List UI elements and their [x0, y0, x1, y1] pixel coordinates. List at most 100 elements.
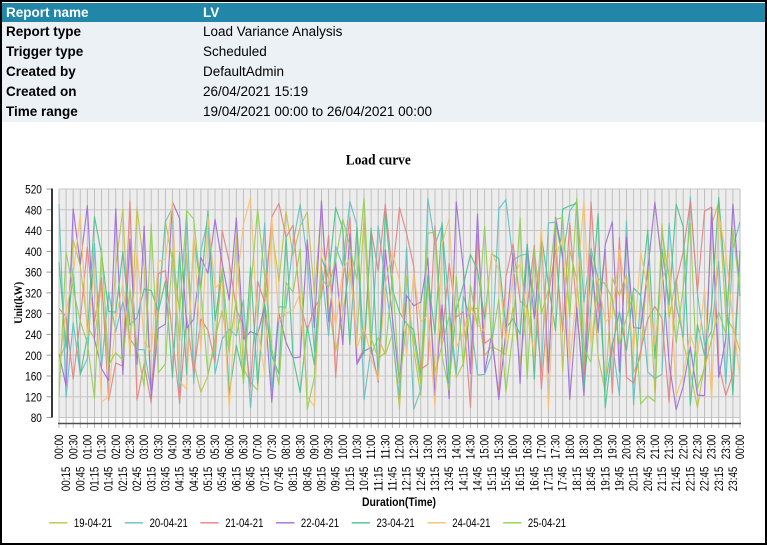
svg-text:22:15: 22:15 [683, 466, 697, 491]
svg-text:400: 400 [25, 245, 42, 259]
svg-text:14:45: 14:45 [471, 466, 485, 491]
svg-text:08:30: 08:30 [293, 434, 307, 459]
svg-text:17:00: 17:00 [534, 434, 548, 459]
svg-text:240: 240 [25, 328, 42, 342]
svg-text:09:45: 09:45 [329, 466, 343, 491]
svg-text:15:15: 15:15 [485, 466, 499, 491]
svg-text:05:15: 05:15 [201, 466, 215, 491]
svg-text:02:15: 02:15 [116, 466, 130, 491]
svg-text:280: 280 [25, 307, 42, 321]
svg-text:15:45: 15:45 [499, 466, 513, 491]
svg-text:20:30: 20:30 [634, 434, 648, 459]
svg-text:12:15: 12:15 [400, 466, 414, 491]
svg-text:08:45: 08:45 [300, 466, 314, 491]
svg-text:19-04-21: 19-04-21 [74, 516, 112, 530]
svg-text:20:15: 20:15 [627, 466, 641, 491]
svg-text:440: 440 [25, 224, 42, 238]
svg-text:15:00: 15:00 [478, 434, 492, 459]
svg-text:80: 80 [31, 411, 42, 425]
svg-text:02:45: 02:45 [130, 466, 144, 491]
svg-text:07:45: 07:45 [272, 466, 286, 491]
svg-text:15:30: 15:30 [492, 434, 506, 459]
svg-text:12:30: 12:30 [407, 434, 421, 459]
svg-text:21:15: 21:15 [655, 466, 669, 491]
svg-text:320: 320 [25, 286, 42, 300]
svg-text:11:45: 11:45 [386, 466, 400, 491]
svg-text:23:15: 23:15 [712, 466, 726, 491]
svg-text:03:15: 03:15 [144, 466, 158, 491]
svg-text:02:00: 02:00 [109, 434, 123, 459]
svg-text:10:15: 10:15 [343, 466, 357, 491]
svg-text:07:30: 07:30 [265, 434, 279, 459]
svg-text:04:15: 04:15 [173, 466, 187, 491]
svg-text:01:45: 01:45 [102, 466, 116, 491]
svg-text:00:30: 00:30 [66, 434, 80, 459]
svg-text:09:30: 09:30 [322, 434, 336, 459]
svg-text:19:30: 19:30 [605, 434, 619, 459]
svg-text:01:00: 01:00 [80, 434, 94, 459]
svg-text:04:45: 04:45 [187, 466, 201, 491]
svg-text:10:45: 10:45 [357, 466, 371, 491]
svg-text:21:30: 21:30 [662, 434, 676, 459]
svg-text:16:15: 16:15 [513, 466, 527, 491]
svg-text:23:45: 23:45 [726, 466, 740, 491]
svg-text:07:00: 07:00 [251, 434, 265, 459]
svg-text:10:00: 10:00 [336, 434, 350, 459]
svg-text:03:00: 03:00 [137, 434, 151, 459]
svg-text:19:45: 19:45 [613, 466, 627, 491]
svg-text:02:30: 02:30 [123, 434, 137, 459]
svg-text:09:00: 09:00 [307, 434, 321, 459]
svg-text:18:30: 18:30 [577, 434, 591, 459]
svg-text:520: 520 [25, 183, 42, 197]
svg-text:20-04-21: 20-04-21 [150, 516, 188, 530]
svg-text:13:45: 13:45 [442, 466, 456, 491]
svg-text:21:45: 21:45 [669, 466, 683, 491]
svg-text:07:15: 07:15 [258, 466, 272, 491]
svg-text:23:30: 23:30 [719, 434, 733, 459]
svg-text:21:00: 21:00 [648, 434, 662, 459]
svg-text:Load curve: Load curve [346, 152, 411, 168]
svg-text:00:00: 00:00 [733, 434, 747, 459]
svg-text:04:00: 04:00 [166, 434, 180, 459]
svg-text:18:15: 18:15 [570, 466, 584, 491]
svg-text:03:45: 03:45 [159, 466, 173, 491]
svg-text:20:45: 20:45 [641, 466, 655, 491]
svg-text:08:00: 08:00 [279, 434, 293, 459]
svg-text:00:15: 00:15 [59, 466, 73, 491]
svg-text:24-04-21: 24-04-21 [452, 516, 490, 530]
svg-text:14:30: 14:30 [464, 434, 478, 459]
svg-text:06:30: 06:30 [237, 434, 251, 459]
svg-text:22:00: 22:00 [676, 434, 690, 459]
svg-text:480: 480 [25, 203, 42, 217]
svg-text:22-04-21: 22-04-21 [301, 516, 339, 530]
svg-text:11:30: 11:30 [378, 434, 392, 459]
svg-text:22:45: 22:45 [698, 466, 712, 491]
svg-text:13:30: 13:30 [435, 434, 449, 459]
svg-text:16:30: 16:30 [520, 434, 534, 459]
svg-text:06:45: 06:45 [244, 466, 258, 491]
svg-text:200: 200 [25, 349, 42, 363]
svg-text:11:15: 11:15 [371, 466, 385, 491]
svg-text:14:00: 14:00 [449, 434, 463, 459]
svg-text:17:15: 17:15 [542, 466, 556, 491]
svg-text:11:00: 11:00 [364, 434, 378, 459]
svg-text:17:30: 17:30 [549, 434, 563, 459]
svg-text:21-04-21: 21-04-21 [225, 516, 263, 530]
svg-text:25-04-21: 25-04-21 [528, 516, 566, 530]
svg-text:17:45: 17:45 [556, 466, 570, 491]
svg-text:12:45: 12:45 [414, 466, 428, 491]
svg-text:23:00: 23:00 [705, 434, 719, 459]
svg-text:18:45: 18:45 [584, 466, 598, 491]
svg-text:22:30: 22:30 [691, 434, 705, 459]
svg-text:05:30: 05:30 [208, 434, 222, 459]
svg-text:06:00: 06:00 [222, 434, 236, 459]
svg-text:13:00: 13:00 [421, 434, 435, 459]
svg-text:20:00: 20:00 [620, 434, 634, 459]
svg-text:13:15: 13:15 [428, 466, 442, 491]
svg-text:09:15: 09:15 [315, 466, 329, 491]
svg-text:08:15: 08:15 [286, 466, 300, 491]
svg-text:14:15: 14:15 [456, 466, 470, 491]
svg-text:05:00: 05:00 [194, 434, 208, 459]
svg-text:Duration(Time): Duration(Time) [362, 495, 436, 509]
svg-text:23-04-21: 23-04-21 [377, 516, 415, 530]
